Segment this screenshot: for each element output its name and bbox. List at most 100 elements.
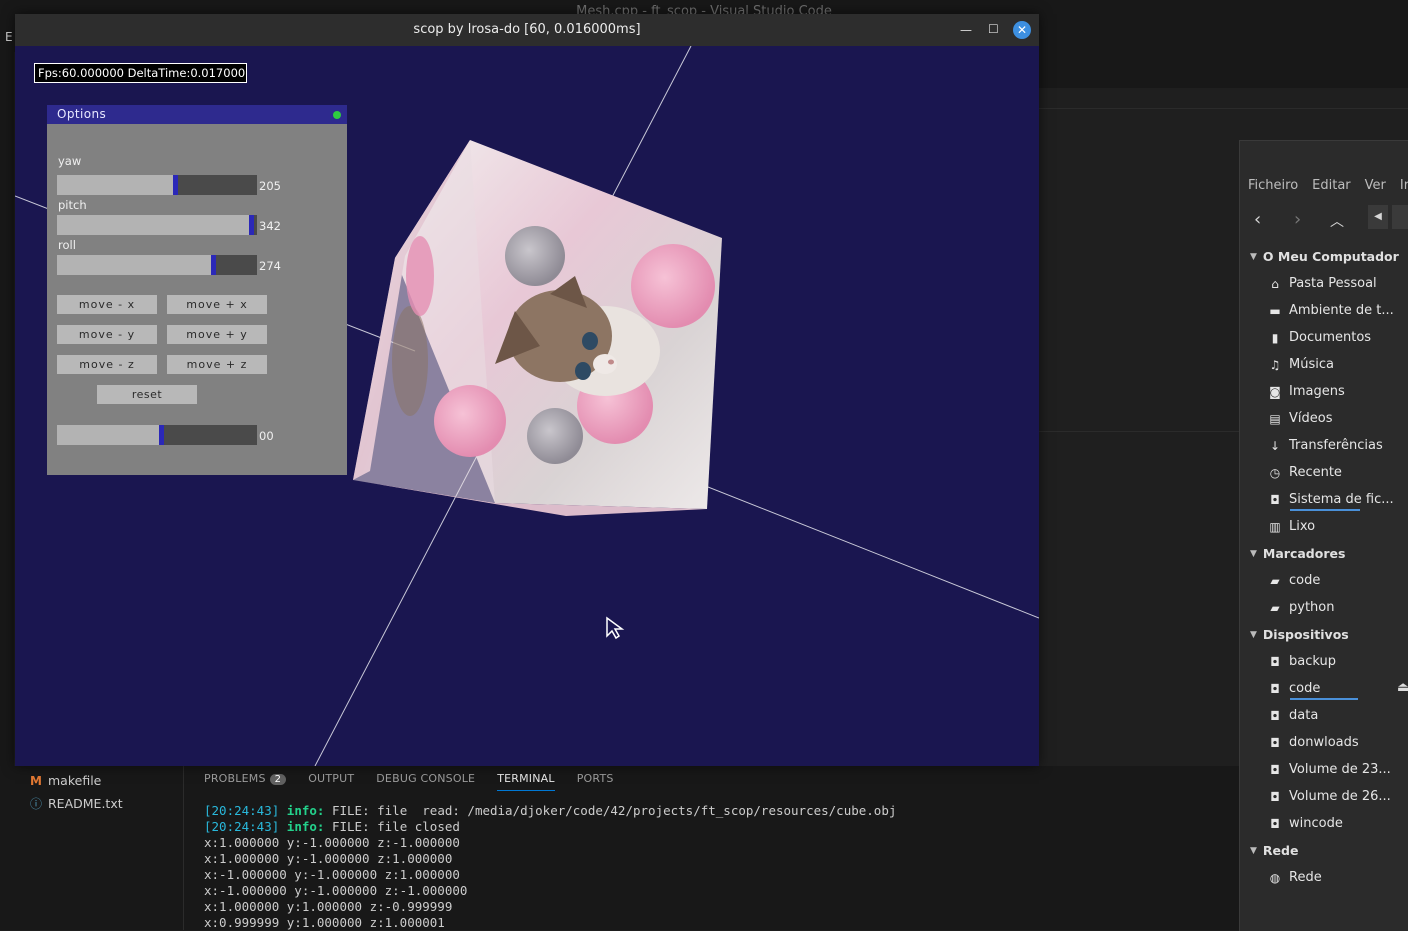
roll-slider[interactable]: [57, 255, 257, 275]
kitten-muzzle: [593, 354, 617, 374]
slider-thumb[interactable]: [249, 215, 254, 235]
menu-ficheiro[interactable]: Ficheiro: [1248, 178, 1298, 193]
slider-thumb[interactable]: [159, 425, 164, 445]
terminal-line: x:1.000000 y:-1.000000 z:1.000000: [204, 851, 453, 866]
sidebar-item-label: python: [1289, 600, 1335, 615]
sidebar-item-label: backup: [1289, 654, 1336, 669]
sidebar-item[interactable]: ◘ code: [1268, 681, 1408, 696]
sidebar-item[interactable]: ◘ Volume de 26...: [1268, 789, 1408, 804]
move-plus-y-button[interactable]: move + y: [167, 325, 267, 344]
sidebar-section-header[interactable]: ▼ O Meu Computador: [1250, 249, 1399, 264]
roll-label: roll: [58, 238, 76, 252]
vscode-tabs-bar: [1039, 52, 1408, 88]
sidebar-section-header[interactable]: ▼ Rede: [1250, 843, 1298, 858]
vscode-menu-edit[interactable]: E: [5, 30, 13, 44]
yarn-ball-gray: [527, 408, 583, 464]
sidebar-item[interactable]: ▥ Lixo: [1268, 519, 1408, 534]
eject-icon[interactable]: ⏏: [1397, 680, 1408, 695]
expand-triangle-icon[interactable]: ▼: [1250, 252, 1257, 262]
options-header[interactable]: Options: [47, 105, 347, 124]
sidebar-item[interactable]: ▮ Documentos: [1268, 330, 1408, 345]
sidebar-item[interactable]: ◘ backup: [1268, 654, 1408, 669]
tab-terminal[interactable]: TERMINAL: [497, 772, 555, 791]
expand-triangle-icon[interactable]: ▼: [1250, 630, 1257, 640]
sidebar-item[interactable]: ◙ Imagens: [1268, 384, 1408, 399]
explorer-item-readme[interactable]: ⓘ README.txt: [30, 795, 123, 812]
maximize-icon[interactable]: ☐: [988, 22, 999, 36]
move-plus-x-button[interactable]: move + x: [167, 295, 267, 314]
tab-problems[interactable]: PROBLEMS 2: [204, 772, 287, 791]
extra-slider-value: 00: [259, 429, 274, 443]
close-icon[interactable]: ✕: [1013, 21, 1031, 39]
sidebar-item-label: Recente: [1289, 465, 1342, 480]
back-icon[interactable]: ‹: [1254, 209, 1261, 230]
slider-thumb[interactable]: [173, 175, 178, 195]
axis-line-z: [654, 465, 1039, 619]
toggle-location-icon[interactable]: ◀: [1368, 205, 1388, 229]
terminal-line: x:-1.000000 y:-1.000000 z:1.000000: [204, 867, 460, 882]
slider-fill: [57, 175, 173, 195]
move-plus-z-button[interactable]: move + z: [167, 355, 267, 374]
drive-icon: ◘: [1270, 735, 1280, 750]
sidebar-item[interactable]: ◷ Recente: [1268, 465, 1408, 480]
sidebar-item[interactable]: ◘ Sistema de fic...: [1268, 492, 1408, 507]
terminal-line: x:-1.000000 y:-1.000000 z:-1.000000: [204, 883, 468, 898]
tab-debug-console[interactable]: DEBUG CONSOLE: [376, 772, 475, 791]
kitten-eye-left: [575, 362, 591, 380]
sidebar-item[interactable]: ▬ Ambiente de t...: [1268, 303, 1408, 318]
yarn-ball-pink: [434, 385, 506, 457]
path-button[interactable]: [1392, 205, 1408, 229]
vscode-editor-divider: [1039, 431, 1239, 432]
explorer-item-label: makefile: [48, 773, 102, 788]
render-viewport[interactable]: Fps:60.000000 DeltaTime:0.017000 Options…: [15, 46, 1039, 766]
sidebar-item[interactable]: ⌂ Pasta Pessoal: [1268, 276, 1408, 291]
music-icon: ♫: [1269, 357, 1281, 372]
document-icon: ▮: [1271, 330, 1279, 345]
extra-slider[interactable]: [57, 425, 257, 445]
sidebar-item[interactable]: ▤ Vídeos: [1268, 411, 1408, 426]
sidebar-section-header[interactable]: ▼ Marcadores: [1250, 546, 1345, 561]
cube-left-kitten: [392, 306, 428, 416]
status-dot-icon[interactable]: [333, 111, 341, 119]
home-icon: ⌂: [1271, 276, 1279, 291]
up-icon[interactable]: ︿: [1330, 211, 1344, 231]
menu-editar[interactable]: Editar: [1312, 178, 1351, 193]
clock-icon: ◷: [1269, 465, 1281, 480]
terminal-line: [20:24:43] info: FILE: file closed: [204, 819, 896, 835]
explorer-item-makefile[interactable]: M makefile: [30, 773, 101, 788]
slider-fill: [57, 255, 211, 275]
sidebar-item[interactable]: ◘ Volume de 23...: [1268, 762, 1408, 777]
expand-triangle-icon[interactable]: ▼: [1250, 846, 1257, 856]
cube-left-yarn: [406, 236, 434, 316]
minimize-icon[interactable]: —: [960, 23, 972, 37]
move-minus-y-button[interactable]: move - y: [57, 325, 157, 344]
sidebar-item[interactable]: ◘ wincode: [1268, 816, 1408, 831]
slider-thumb[interactable]: [211, 255, 216, 275]
reset-button[interactable]: reset: [97, 385, 197, 404]
sidebar-item[interactable]: ▰ code: [1268, 573, 1408, 588]
sidebar-item[interactable]: ◘ donwloads: [1268, 735, 1408, 750]
terminal-output[interactable]: [20:24:43] info: FILE: file read: /media…: [204, 803, 896, 931]
sidebar-section-header[interactable]: ▼ Dispositivos: [1250, 627, 1349, 642]
usage-bar: [1290, 698, 1358, 700]
sidebar-item[interactable]: ◍ Rede: [1268, 870, 1408, 885]
pitch-slider[interactable]: [57, 215, 257, 235]
explorer-item-label: README.txt: [48, 796, 123, 811]
move-minus-z-button[interactable]: move - z: [57, 355, 157, 374]
sidebar-item[interactable]: ▰ python: [1268, 600, 1408, 615]
forward-icon[interactable]: ›: [1294, 209, 1301, 230]
menu-ir[interactable]: Ir: [1400, 178, 1408, 193]
move-minus-x-button[interactable]: move - x: [57, 295, 157, 314]
tab-ports[interactable]: PORTS: [577, 772, 614, 791]
sidebar-item[interactable]: ◘ data: [1268, 708, 1408, 723]
yarn-ball-pink: [631, 244, 715, 328]
sidebar-item[interactable]: ♫ Música: [1268, 357, 1408, 372]
expand-triangle-icon[interactable]: ▼: [1250, 549, 1257, 559]
tab-output[interactable]: OUTPUT: [308, 772, 354, 791]
menu-ver[interactable]: Ver: [1365, 178, 1386, 193]
yaw-slider[interactable]: [57, 175, 257, 195]
download-icon: ↓: [1269, 438, 1281, 453]
scop-titlebar[interactable]: scop by lrosa-do [60, 0.016000ms] — ☐ ✕: [15, 14, 1039, 46]
usage-bar: [1290, 509, 1360, 511]
sidebar-item[interactable]: ↓ Transferências: [1268, 438, 1408, 453]
